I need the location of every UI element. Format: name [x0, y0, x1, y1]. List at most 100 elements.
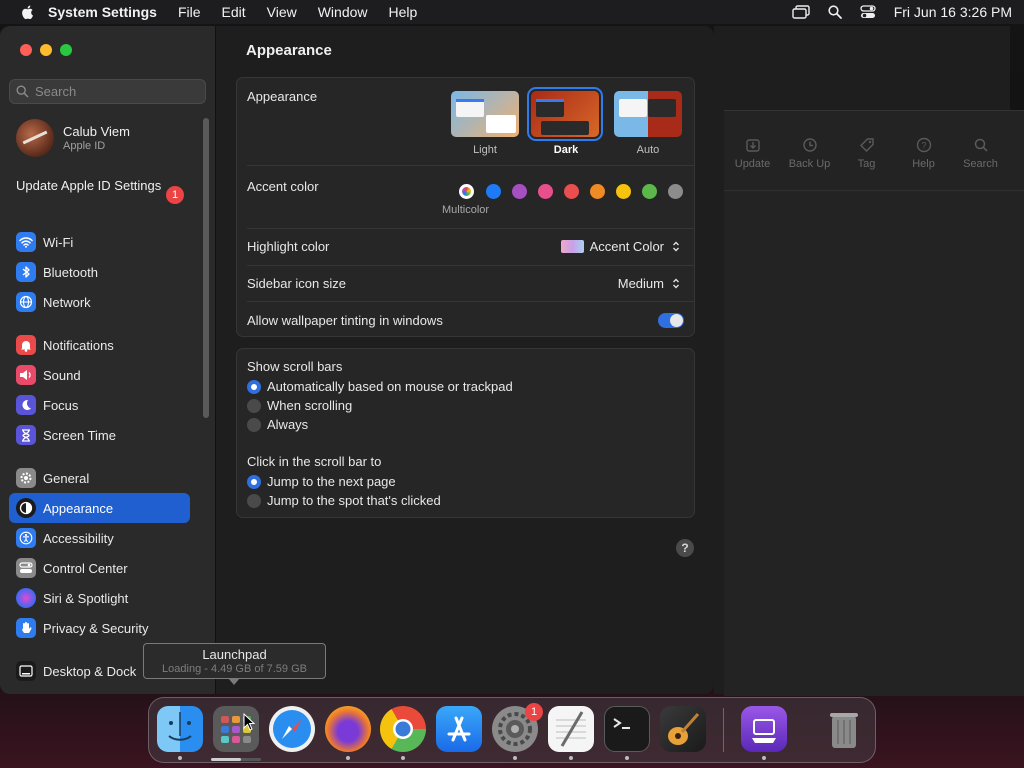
- finder-icon[interactable]: [157, 706, 203, 752]
- click-option-next-page[interactable]: Jump to the next page: [247, 474, 396, 489]
- menu-edit[interactable]: Edit: [222, 4, 246, 20]
- appearance-light-option[interactable]: [451, 91, 519, 137]
- sidebar-group-network: Wi-Fi Bluetooth Network: [9, 227, 190, 317]
- accent-green[interactable]: [642, 184, 657, 199]
- sidebar-search-input[interactable]: Search: [9, 79, 206, 104]
- radio-label: When scrolling: [267, 398, 353, 413]
- bg-search-button[interactable]: Search: [952, 136, 1009, 190]
- divider: [247, 265, 694, 266]
- radio-button[interactable]: [247, 379, 261, 394]
- chrome-icon[interactable]: [380, 706, 426, 752]
- radio-label: Automatically based on mouse or trackpad: [267, 379, 513, 394]
- background-app-window: Update Back Up Tag ? Help Search: [714, 26, 1024, 696]
- app-store-icon[interactable]: [436, 706, 482, 752]
- menu-bar: System Settings File Edit View Window He…: [0, 0, 1024, 24]
- radio-button[interactable]: [247, 417, 261, 432]
- radio-button[interactable]: [247, 474, 261, 489]
- bg-help-button[interactable]: ? Help: [895, 136, 952, 190]
- divider: [247, 228, 694, 229]
- radio-button[interactable]: [247, 398, 261, 413]
- sidebar-item-network[interactable]: Network: [9, 287, 190, 317]
- sidebar-item-label: Wi-Fi: [43, 234, 74, 250]
- sidebar-item-sound[interactable]: Sound: [9, 360, 190, 390]
- scroll-option-always[interactable]: Always: [247, 417, 308, 432]
- screen-mirroring-icon[interactable]: [792, 5, 810, 19]
- click-option-spot-clicked[interactable]: Jump to the spot that's clicked: [247, 493, 441, 508]
- divider: [247, 165, 694, 166]
- sidebar-item-label: Bluetooth: [43, 264, 98, 280]
- wallpaper-tinting-toggle[interactable]: [658, 313, 684, 328]
- sidebar-item-focus[interactable]: Focus: [9, 390, 190, 420]
- terminal-icon[interactable]: [604, 706, 650, 752]
- hand-icon: [16, 618, 36, 638]
- control-center-icon[interactable]: [860, 5, 876, 19]
- accent-red[interactable]: [564, 184, 579, 199]
- control-center-icon: [16, 558, 36, 578]
- menu-view[interactable]: View: [267, 4, 297, 20]
- tag-icon: [859, 138, 874, 152]
- accent-multicolor[interactable]: [459, 184, 474, 199]
- update-apple-id-settings[interactable]: Update Apple ID Settings: [16, 178, 186, 194]
- menu-file[interactable]: File: [178, 4, 201, 20]
- help-button[interactable]: ?: [676, 539, 694, 557]
- scroll-option-when-scrolling[interactable]: When scrolling: [247, 398, 352, 413]
- scroll-option-auto[interactable]: Automatically based on mouse or trackpad: [247, 379, 513, 394]
- firefox-icon[interactable]: [325, 706, 371, 752]
- spotlight-search-icon[interactable]: [828, 5, 842, 19]
- garageband-icon[interactable]: [660, 706, 706, 752]
- scroll-bars-panel: Show scroll bars Automatically based on …: [236, 348, 695, 518]
- sidebar-item-wifi[interactable]: Wi-Fi: [9, 227, 190, 257]
- appearance-icon: [16, 498, 36, 518]
- accent-pink[interactable]: [538, 184, 553, 199]
- accessibility-icon: [16, 528, 36, 548]
- sidebar: Search Calub Viem Apple ID Update Apple …: [0, 26, 216, 694]
- settings-dock-badge: 1: [525, 703, 543, 721]
- trash-icon[interactable]: [821, 706, 867, 752]
- menu-clock[interactable]: Fri Jun 16 3:26 PM: [894, 4, 1012, 20]
- accent-purple[interactable]: [512, 184, 527, 199]
- sidebar-icon-size-popup[interactable]: Medium: [618, 275, 682, 291]
- sidebar-item-control-center[interactable]: Control Center: [9, 553, 190, 583]
- bg-backup-button[interactable]: Back Up: [781, 136, 838, 190]
- accent-orange[interactable]: [590, 184, 605, 199]
- radio-button[interactable]: [247, 493, 261, 508]
- show-scroll-bars-label: Show scroll bars: [247, 359, 343, 374]
- bg-tag-button[interactable]: Tag: [838, 136, 895, 190]
- minimize-button[interactable]: [40, 44, 52, 56]
- sidebar-item-appearance[interactable]: Appearance: [9, 493, 190, 523]
- textedit-icon[interactable]: [548, 706, 594, 752]
- firefox-running-indicator: [346, 756, 350, 760]
- apple-configurator-icon[interactable]: [741, 706, 787, 752]
- settings-running-indicator: [513, 756, 517, 760]
- sidebar-item-privacy-security[interactable]: Privacy & Security: [9, 613, 190, 643]
- accent-blue[interactable]: [486, 184, 501, 199]
- accent-yellow[interactable]: [616, 184, 631, 199]
- accent-color-label: Accent color: [247, 179, 319, 194]
- appearance-dark-option[interactable]: [527, 87, 603, 141]
- sidebar-item-accessibility[interactable]: Accessibility: [9, 523, 190, 553]
- sidebar-item-bluetooth[interactable]: Bluetooth: [9, 257, 190, 287]
- close-button[interactable]: [20, 44, 32, 56]
- menu-window[interactable]: Window: [318, 4, 368, 20]
- sidebar-item-notifications[interactable]: Notifications: [9, 330, 190, 360]
- safari-icon[interactable]: [269, 706, 315, 752]
- sidebar-item-screen-time[interactable]: Screen Time: [9, 420, 190, 450]
- apple-id-profile[interactable]: Calub Viem Apple ID: [16, 119, 130, 157]
- menu-app-name[interactable]: System Settings: [48, 4, 157, 20]
- background-divider: [724, 190, 1024, 191]
- accent-graphite[interactable]: [668, 184, 683, 199]
- bg-update-button[interactable]: Update: [724, 136, 781, 190]
- menu-help[interactable]: Help: [389, 4, 418, 20]
- apple-logo-icon[interactable]: [20, 4, 36, 20]
- sidebar-scrollbar[interactable]: [203, 118, 209, 418]
- dock-separator: [723, 708, 724, 752]
- appearance-auto-option[interactable]: [614, 91, 682, 137]
- search-icon: [16, 85, 29, 98]
- zoom-button[interactable]: [60, 44, 72, 56]
- highlight-color-popup[interactable]: Accent Color: [560, 238, 682, 254]
- tooltip-detail: Loading - 4.49 GB of 7.59 GB: [162, 663, 307, 675]
- background-app-content: [724, 110, 1024, 696]
- sidebar-item-siri-spotlight[interactable]: Siri & Spotlight: [9, 583, 190, 613]
- sidebar-item-general[interactable]: General: [9, 463, 190, 493]
- sidebar-item-label: Desktop & Dock: [43, 663, 137, 679]
